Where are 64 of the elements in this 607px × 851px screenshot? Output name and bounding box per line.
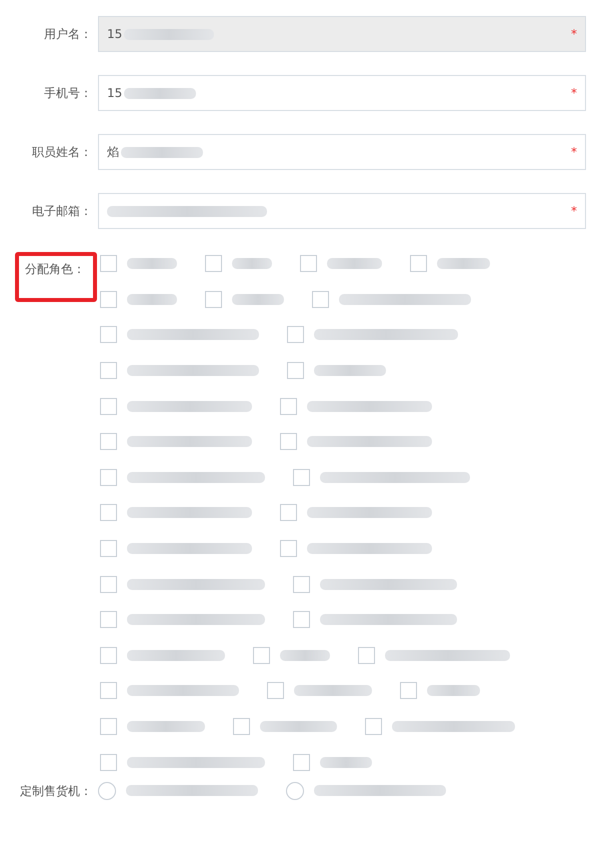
blurred-text xyxy=(127,258,177,270)
checkbox[interactable] xyxy=(100,468,117,486)
required-mark: * xyxy=(571,26,577,43)
checkbox[interactable] xyxy=(100,718,117,736)
checkbox[interactable] xyxy=(100,433,117,450)
checkbox[interactable] xyxy=(280,504,297,522)
checkbox[interactable] xyxy=(100,326,117,344)
checkbox[interactable] xyxy=(205,255,222,272)
field-label: 定制售货机： xyxy=(20,782,92,800)
field-label: 手机号： xyxy=(44,85,92,102)
checkbox[interactable] xyxy=(293,754,310,771)
checkbox[interactable] xyxy=(365,718,382,736)
radio-button[interactable] xyxy=(98,782,116,800)
blurred-text xyxy=(232,258,272,270)
checkbox[interactable] xyxy=(287,326,304,344)
checkbox[interactable] xyxy=(280,398,297,415)
checkbox[interactable] xyxy=(100,255,117,272)
checkbox[interactable] xyxy=(267,682,284,700)
checkbox[interactable] xyxy=(100,290,117,308)
blurred-text xyxy=(280,650,330,661)
checkbox[interactable] xyxy=(100,362,117,380)
checkbox[interactable] xyxy=(100,754,117,771)
field-label: 用户名： xyxy=(44,26,92,43)
blurred-text xyxy=(327,258,382,270)
checkbox[interactable] xyxy=(100,576,117,593)
checkbox[interactable] xyxy=(100,646,117,664)
checkbox[interactable] xyxy=(293,576,310,593)
blurred-text xyxy=(427,685,480,696)
field-label: 职员姓名： xyxy=(32,144,92,161)
checkbox[interactable] xyxy=(293,611,310,628)
checkbox[interactable] xyxy=(400,682,417,700)
blurred-text xyxy=(127,294,177,305)
checkbox[interactable] xyxy=(358,646,375,664)
blurred-text xyxy=(437,258,490,270)
checkbox[interactable] xyxy=(100,540,117,558)
checkbox[interactable] xyxy=(253,646,270,664)
field-value: 15 xyxy=(107,85,122,102)
required-mark: * xyxy=(571,144,577,161)
checkbox[interactable] xyxy=(100,398,117,415)
checkbox[interactable] xyxy=(233,718,250,736)
required-mark: * xyxy=(571,85,577,102)
checkbox[interactable] xyxy=(300,255,317,272)
radio-button[interactable] xyxy=(286,782,304,800)
blurred-text xyxy=(314,365,386,376)
checkbox[interactable] xyxy=(100,611,117,628)
field-value: 15 xyxy=(107,26,122,43)
checkbox[interactable] xyxy=(280,540,297,558)
field-label: 分配角色： xyxy=(25,262,85,276)
checkbox[interactable] xyxy=(312,290,329,308)
checkbox[interactable] xyxy=(410,255,427,272)
field-value: 焰 xyxy=(107,144,119,161)
checkbox[interactable] xyxy=(100,682,117,700)
checkbox[interactable] xyxy=(205,290,222,308)
input-field[interactable]: 15 * xyxy=(98,75,586,111)
blurred-text xyxy=(232,294,284,305)
input-field[interactable]: * xyxy=(98,193,586,229)
checkbox[interactable] xyxy=(293,468,310,486)
checkbox[interactable] xyxy=(287,362,304,380)
input-field[interactable]: 焰 * xyxy=(98,134,586,170)
checkbox[interactable] xyxy=(100,504,117,522)
required-mark: * xyxy=(571,203,577,220)
field-label: 电子邮箱： xyxy=(32,203,92,220)
blurred-text xyxy=(320,756,372,768)
checkbox[interactable] xyxy=(280,433,297,450)
